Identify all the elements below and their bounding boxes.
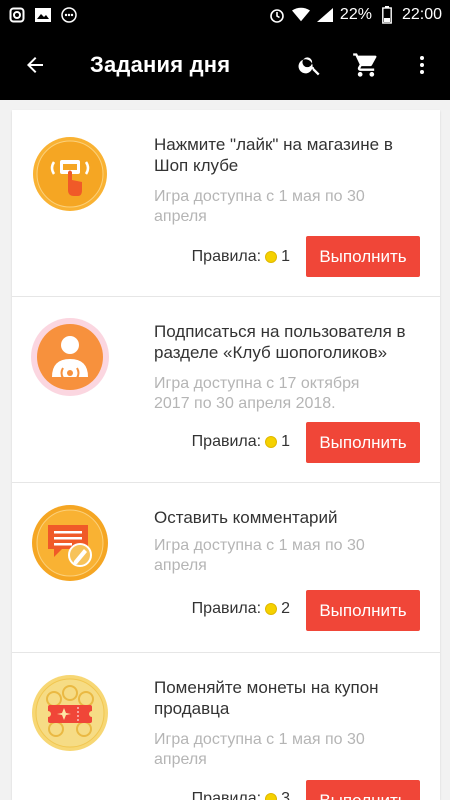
image-icon <box>34 6 52 24</box>
signal-icon: il <box>316 6 334 24</box>
rules-label: Правила: <box>191 248 262 265</box>
app-toolbar: Задания дня <box>0 30 450 100</box>
complete-task-button[interactable]: Выполнить <box>306 780 420 800</box>
task-item: Нажмите "лайк" на магазине в Шоп клубе И… <box>12 110 440 297</box>
search-button[interactable] <box>282 30 338 100</box>
battery-percent: 22% <box>339 6 372 23</box>
task-item: Поменяйте монеты на купон продавца Игра … <box>12 653 440 800</box>
instagram-icon <box>8 6 26 24</box>
more-vert-icon <box>420 56 424 74</box>
cart-icon <box>353 53 377 77</box>
task-item: Оставить комментарий Игра доступна с 1 м… <box>12 483 440 653</box>
coin-icon <box>265 793 278 800</box>
user-follow-icon <box>30 317 110 397</box>
task-rules[interactable]: Правила: 2 <box>192 600 290 618</box>
task-availability: Игра доступна с 17 октября 2017 по 30 ап… <box>154 375 360 412</box>
rules-count: 2 <box>281 600 290 617</box>
coin-icon <box>265 436 278 448</box>
rules-label: Правила: <box>191 600 262 617</box>
wifi-icon <box>291 6 310 24</box>
store-like-icon <box>30 134 110 214</box>
task-title: Оставить комментарий <box>154 508 338 527</box>
alarm-icon <box>268 6 286 24</box>
task-item: Подписаться на пользователя в разделе «К… <box>12 297 440 483</box>
task-rules[interactable]: Правила: 1 <box>192 433 290 451</box>
complete-task-button[interactable]: Выполнить <box>306 422 420 463</box>
rules-label: Правила: <box>191 433 262 450</box>
task-list: Нажмите "лайк" на магазине в Шоп клубе И… <box>12 110 440 800</box>
arrow-left-icon <box>27 57 43 73</box>
task-rules[interactable]: Правила: 1 <box>192 248 290 266</box>
task-title: Поменяйте монеты на купон продавца <box>154 678 379 718</box>
task-availability: Игра доступна с 1 мая по 30 апреля <box>154 188 365 225</box>
task-rules[interactable]: Правила: 3 <box>192 790 290 800</box>
task-availability: Игра доступна с 1 мая по 30 апреля <box>154 731 365 768</box>
page-title: Задания дня <box>90 52 231 77</box>
task-title: Нажмите "лайк" на магазине в Шоп клубе <box>154 135 393 175</box>
coin-icon <box>265 603 278 615</box>
overflow-menu-button[interactable] <box>394 30 450 100</box>
complete-task-button[interactable]: Выполнить <box>306 590 420 631</box>
rules-count: 1 <box>281 248 290 265</box>
rules-label: Правила: <box>191 790 262 800</box>
back-button[interactable] <box>0 30 70 100</box>
comment-icon <box>30 503 110 583</box>
coin-icon <box>265 251 278 263</box>
more-dots-icon <box>60 6 78 24</box>
rules-count: 3 <box>281 790 290 800</box>
rules-count: 1 <box>281 433 290 450</box>
svg-text:il: il <box>320 13 323 19</box>
search-icon <box>298 57 320 76</box>
coupon-coins-icon <box>30 673 110 753</box>
clock: 22:00 <box>401 6 442 23</box>
task-availability: Игра доступна с 1 мая по 30 апреля <box>154 537 365 574</box>
status-bar: il 22% 22:00 <box>0 0 450 30</box>
complete-task-button[interactable]: Выполнить <box>306 236 420 277</box>
battery-icon <box>378 6 396 24</box>
task-title: Подписаться на пользователя в разделе «К… <box>154 322 406 362</box>
cart-button[interactable] <box>338 30 394 100</box>
